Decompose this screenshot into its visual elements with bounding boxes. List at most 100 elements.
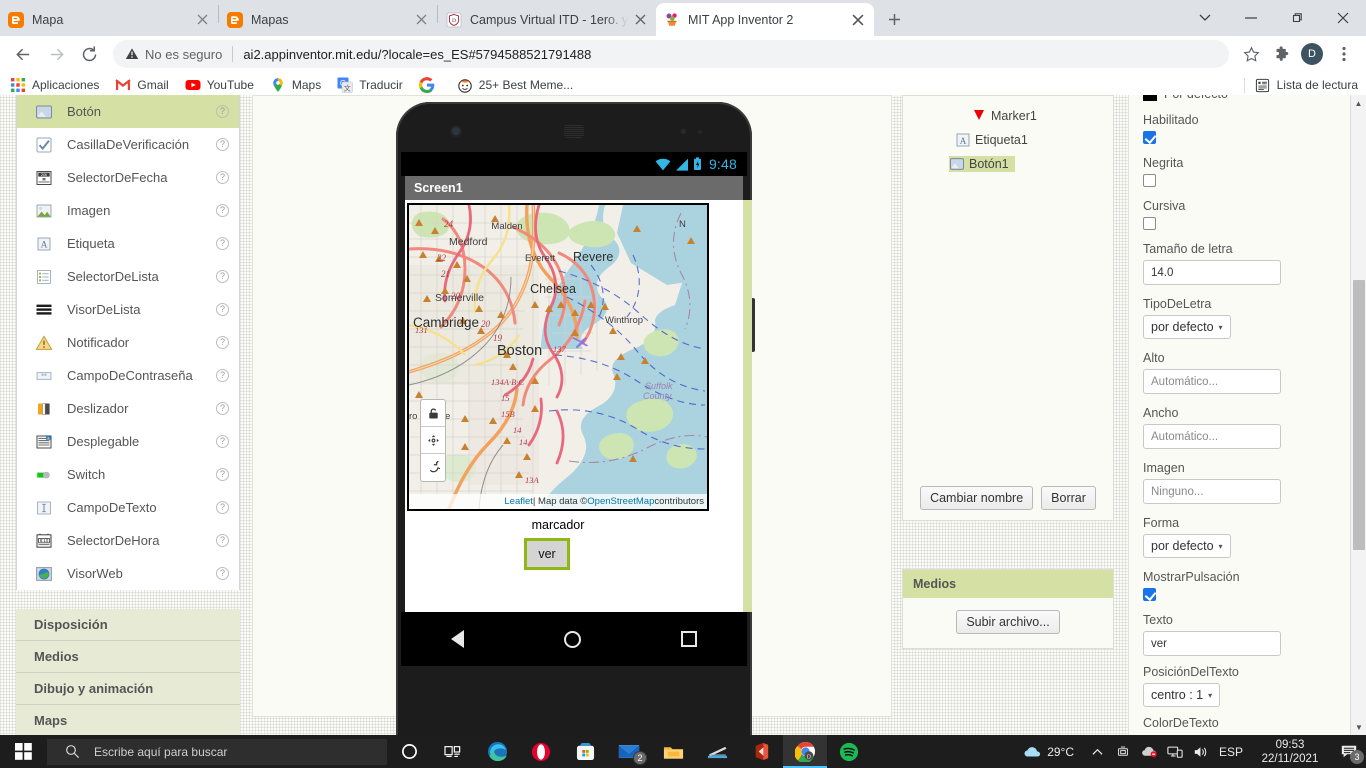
input-imagen[interactable]: Ninguno...: [1143, 479, 1281, 504]
help-icon[interactable]: ?: [216, 204, 229, 217]
browser-tab-2[interactable]: Mapas: [219, 3, 437, 36]
minimize-button[interactable]: [1228, 0, 1274, 36]
palette-section-medios[interactable]: Medios: [16, 641, 240, 673]
lock-icon[interactable]: [421, 400, 445, 427]
help-icon[interactable]: ?: [216, 567, 229, 580]
palette-item-casilla-de-verificacion[interactable]: CasillaDeVerificación ?: [17, 128, 239, 161]
tree-item-boton1[interactable]: Botón1: [903, 152, 1113, 176]
leaflet-link[interactable]: Leaflet: [504, 496, 533, 507]
browser-tab-3[interactable]: D Campus Virtual ITD - 1ero. y 2do.: [438, 3, 656, 36]
upload-file-button[interactable]: Subir archivo...: [956, 610, 1060, 634]
weather-widget[interactable]: 29°C: [1023, 735, 1084, 768]
onedrive-sync-error-icon[interactable]: [1136, 735, 1162, 768]
input-alto[interactable]: Automático...: [1143, 369, 1281, 394]
notifications-button[interactable]: 3: [1332, 735, 1366, 768]
help-icon[interactable]: ?: [216, 435, 229, 448]
help-icon[interactable]: ?: [216, 501, 229, 514]
rename-button[interactable]: Cambiar nombre: [920, 486, 1034, 510]
tab-list-button[interactable]: [1182, 0, 1228, 36]
bookmark-star-icon[interactable]: [1237, 40, 1265, 68]
taskbar-app-chrome[interactable]: D: [783, 735, 827, 768]
palette-item-campo-de-contrasena[interactable]: ** CampoDeContraseña ?: [17, 359, 239, 392]
label-marcador[interactable]: marcador: [405, 518, 711, 532]
select-posiciondeltexto[interactable]: centro : 1 ▾: [1143, 683, 1221, 707]
palette-item-selector-de-fecha[interactable]: 20ll SelectorDeFecha ?: [17, 161, 239, 194]
bookmark-gmail[interactable]: Gmail: [115, 77, 169, 93]
taskbar-clock[interactable]: 09:53 22/11/2021: [1248, 735, 1332, 768]
checkbox-habilitado[interactable]: [1143, 131, 1156, 144]
delete-button[interactable]: Borrar: [1041, 486, 1096, 510]
bookmark-maps[interactable]: Maps: [270, 77, 321, 93]
chrome-menu-icon[interactable]: [1330, 40, 1358, 68]
pan-icon[interactable]: [421, 427, 445, 454]
scroll-down-arrow[interactable]: ▼: [1351, 719, 1366, 735]
onedrive-icon[interactable]: [1110, 735, 1136, 768]
checkbox-mostrarpulsacion[interactable]: [1143, 588, 1156, 601]
taskbar-app-mail[interactable]: 2: [607, 735, 651, 768]
close-icon[interactable]: [413, 12, 429, 28]
reset-rotation-icon[interactable]: [421, 454, 445, 481]
palette-item-imagen[interactable]: Imagen ?: [17, 194, 239, 227]
close-icon[interactable]: [194, 12, 210, 28]
help-icon[interactable]: ?: [216, 105, 229, 118]
help-icon[interactable]: ?: [216, 237, 229, 250]
help-icon[interactable]: ?: [216, 336, 229, 349]
extensions-puzzle-icon[interactable]: [1267, 40, 1295, 68]
input-tamano-de-letra[interactable]: 14.0: [1143, 260, 1281, 285]
taskbar-search-box[interactable]: Escribe aquí para buscar: [47, 738, 387, 765]
bookmark-translate[interactable]: G 文 Traducir: [337, 77, 403, 93]
taskbar-app-spotify[interactable]: [827, 735, 871, 768]
browser-tab-4-active[interactable]: MIT App Inventor 2: [656, 3, 874, 36]
palette-item-selector-de-lista[interactable]: SelectorDeLista ?: [17, 260, 239, 293]
back-button[interactable]: [8, 39, 38, 69]
maximize-button[interactable]: [1274, 0, 1320, 36]
checkbox-cursiva[interactable]: [1143, 217, 1156, 230]
palette-item-switch[interactable]: Switch ?: [17, 458, 239, 491]
not-secure-indicator[interactable]: No es seguro: [125, 47, 222, 62]
button-ver[interactable]: ver: [524, 538, 570, 570]
bookmark-google[interactable]: [418, 76, 441, 93]
bookmark-youtube[interactable]: YouTube: [185, 77, 254, 93]
palette-item-boton[interactable]: Botón ?: [17, 95, 239, 128]
palette-item-notificador[interactable]: Notificador ?: [17, 326, 239, 359]
palette-section-dibujo-y-animacion[interactable]: Dibujo y animación: [16, 673, 240, 705]
home-nav-icon[interactable]: [564, 630, 581, 648]
close-icon[interactable]: [632, 12, 648, 28]
openstreetmap-link[interactable]: OpenStreetMap: [587, 496, 654, 507]
taskbar-app-edge[interactable]: [475, 735, 519, 768]
palette-section-maps[interactable]: Maps: [16, 705, 240, 735]
back-nav-icon[interactable]: [451, 630, 464, 648]
bookmark-apps[interactable]: Aplicaciones: [10, 77, 99, 93]
help-icon[interactable]: ?: [216, 402, 229, 415]
recents-nav-icon[interactable]: [681, 631, 697, 647]
select-tipodeletra[interactable]: por defecto ▾: [1143, 315, 1231, 339]
page-scrollbar[interactable]: ▲ ▼: [1350, 95, 1366, 735]
taskbar-app-task-view[interactable]: [431, 735, 475, 768]
palette-item-desplegable[interactable]: Desplegable ?: [17, 425, 239, 458]
browser-tab-1[interactable]: Mapa: [0, 3, 218, 36]
help-icon[interactable]: ?: [216, 468, 229, 481]
help-icon[interactable]: ?: [216, 369, 229, 382]
close-icon[interactable]: [850, 12, 866, 28]
palette-section-disposicion[interactable]: Disposición: [16, 609, 240, 641]
taskbar-app-office[interactable]: [739, 735, 783, 768]
screen-canvas[interactable]: Malden Medford Everett Revere Chelsea So…: [405, 200, 752, 612]
scrollbar-thumb[interactable]: [1353, 280, 1365, 550]
bookmark-meme[interactable]: 25+ Best Meme...: [457, 77, 573, 93]
help-icon[interactable]: ?: [216, 171, 229, 184]
checkbox-negrita[interactable]: [1143, 174, 1156, 187]
property-color-default[interactable]: Por defecto: [1143, 95, 1350, 101]
palette-item-deslizador[interactable]: Deslizador ?: [17, 392, 239, 425]
help-icon[interactable]: ?: [216, 138, 229, 151]
new-tab-button[interactable]: [880, 5, 908, 33]
palette-item-visor-web[interactable]: VisorWeb ?: [17, 557, 239, 590]
input-texto[interactable]: ver: [1143, 631, 1281, 656]
network-icon[interactable]: [1162, 735, 1188, 768]
tree-item-marker1[interactable]: Marker1: [903, 104, 1113, 128]
omnibox[interactable]: No es seguro ai2.appinventor.mit.edu/?lo…: [113, 40, 1229, 68]
palette-item-campo-de-texto[interactable]: CampoDeTexto ?: [17, 491, 239, 524]
close-button[interactable]: [1320, 0, 1366, 36]
taskbar-app-file-explorer[interactable]: [651, 735, 695, 768]
help-icon[interactable]: ?: [216, 534, 229, 547]
map-component[interactable]: Malden Medford Everett Revere Chelsea So…: [407, 203, 709, 511]
